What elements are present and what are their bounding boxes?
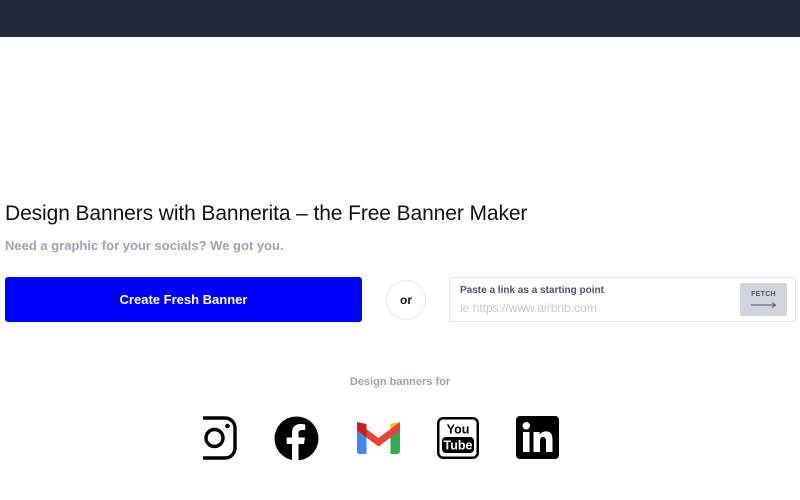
page-subtitle: Need a graphic for your socials? We got … (5, 238, 284, 253)
linkedin-icon[interactable] (516, 416, 559, 459)
create-fresh-banner-button[interactable]: Create Fresh Banner (5, 277, 362, 322)
facebook-icon[interactable] (274, 416, 319, 461)
svg-text:You: You (447, 423, 470, 437)
link-input-box: Paste a link as a starting point FETCH (449, 277, 796, 322)
top-navigation-bar (0, 0, 800, 37)
link-input[interactable] (460, 299, 730, 316)
gmail-icon[interactable] (357, 422, 400, 454)
page-title: Design Banners with Bannerita – the Free… (5, 202, 528, 225)
fetch-button-label: FETCH (751, 291, 776, 298)
link-input-label: Paste a link as a starting point (460, 285, 604, 296)
platforms-heading: Design banners for (349, 376, 451, 388)
svg-text:Tube: Tube (444, 439, 473, 453)
or-separator: or (386, 280, 426, 320)
arrow-right-icon (750, 302, 776, 308)
instagram-icon[interactable] (203, 416, 238, 460)
fetch-button[interactable]: FETCH (740, 283, 787, 316)
youtube-icon[interactable]: You Tube (437, 417, 479, 459)
